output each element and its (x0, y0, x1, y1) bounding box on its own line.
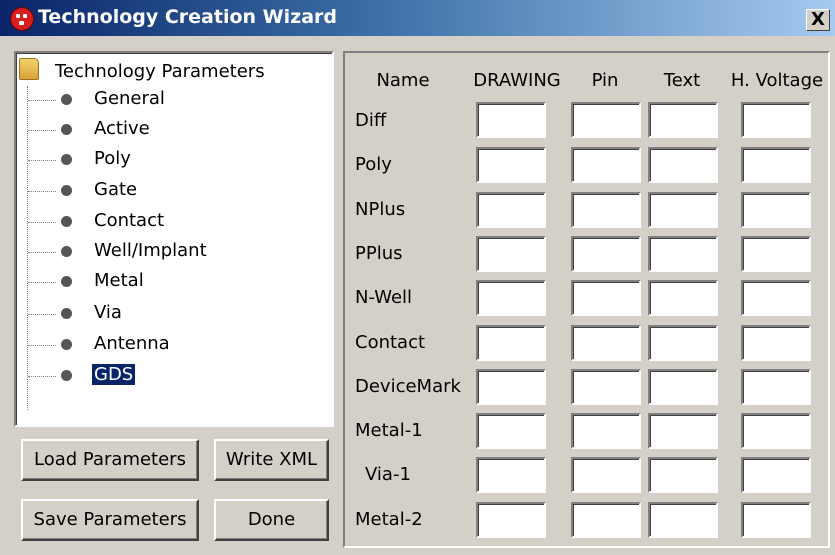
cell-metal-2-drawing[interactable] (476, 502, 546, 538)
cell-pplus-pin[interactable] (571, 236, 641, 272)
cell-nplus-drawing[interactable] (476, 192, 546, 228)
row-label-pplus: PPlus (355, 243, 403, 264)
cell-n-well-text[interactable] (648, 280, 718, 316)
column-header-text: Text (663, 70, 701, 91)
tree-item-poly[interactable]: Poly (28, 147, 318, 175)
layer-table: Name DRAWING Pin Text H. Voltage Diff Po… (343, 51, 830, 548)
row-label-via-1: Via-1 (365, 464, 411, 485)
cell-metal-1-text[interactable] (648, 413, 718, 449)
cell-metal-2-h-voltage[interactable] (741, 502, 811, 538)
tree-item-label: Well/Implant (94, 240, 207, 261)
cell-poly-pin[interactable] (571, 147, 641, 183)
tree-item-label: Poly (94, 148, 131, 169)
cell-metal-2-text[interactable] (648, 502, 718, 538)
cell-nplus-h-voltage[interactable] (741, 192, 811, 228)
bullet-icon (61, 185, 72, 196)
done-button[interactable]: Done (214, 499, 329, 541)
cell-diff-h-voltage[interactable] (741, 102, 811, 138)
cell-poly-drawing[interactable] (476, 147, 546, 183)
cell-poly-text[interactable] (648, 147, 718, 183)
cell-metal-2-pin[interactable] (571, 502, 641, 538)
cell-metal-1-pin[interactable] (571, 413, 641, 449)
bullet-icon (61, 370, 72, 381)
tree-root-label[interactable]: Technology Parameters (55, 61, 265, 82)
tree-item-label: Contact (94, 210, 165, 231)
tree-item-label: GDS (92, 364, 136, 385)
bullet-icon (61, 246, 72, 257)
bullet-icon (61, 154, 72, 165)
tree-item-label: General (94, 88, 165, 109)
tree-item-gds[interactable]: GDS (28, 363, 318, 391)
tree-item-gate[interactable]: Gate (28, 178, 318, 206)
cell-via-1-text[interactable] (648, 457, 718, 493)
tree-item-label: Active (94, 118, 150, 139)
row-label-devicemark: DeviceMark (355, 376, 461, 397)
row-label-metal-2: Metal-2 (355, 509, 423, 530)
column-header-pin: Pin (591, 70, 619, 91)
tree-item-active[interactable]: Active (28, 117, 318, 145)
cell-pplus-h-voltage[interactable] (741, 236, 811, 272)
cell-nplus-text[interactable] (648, 192, 718, 228)
cell-contact-h-voltage[interactable] (741, 325, 811, 361)
cell-diff-drawing[interactable] (476, 102, 546, 138)
cell-contact-drawing[interactable] (476, 325, 546, 361)
tree-item-metal[interactable]: Metal (28, 269, 318, 297)
cell-n-well-h-voltage[interactable] (741, 280, 811, 316)
app-icon[interactable] (10, 7, 34, 31)
cell-poly-h-voltage[interactable] (741, 147, 811, 183)
cell-pplus-text[interactable] (648, 236, 718, 272)
cell-devicemark-drawing[interactable] (476, 369, 546, 405)
cell-via-1-drawing[interactable] (476, 457, 546, 493)
tree-item-label: Via (94, 302, 122, 323)
parameter-tree[interactable]: Technology Parameters General Active Pol… (14, 51, 334, 427)
cell-devicemark-h-voltage[interactable] (741, 369, 811, 405)
tree-item-via[interactable]: Via (28, 301, 318, 329)
cell-metal-1-h-voltage[interactable] (741, 413, 811, 449)
bullet-icon (61, 308, 72, 319)
cell-contact-text[interactable] (648, 325, 718, 361)
tree-item-antenna[interactable]: Antenna (28, 332, 318, 360)
tree-item-well-implant[interactable]: Well/Implant (28, 239, 318, 267)
bullet-icon (61, 94, 72, 105)
tree-item-label: Metal (94, 270, 144, 291)
cell-metal-1-drawing[interactable] (476, 413, 546, 449)
close-button[interactable]: X (806, 9, 830, 31)
cell-contact-pin[interactable] (571, 325, 641, 361)
save-parameters-button[interactable]: Save Parameters (21, 499, 199, 541)
cell-devicemark-pin[interactable] (571, 369, 641, 405)
bullet-icon (61, 276, 72, 287)
window-title: Technology Creation Wizard (38, 6, 337, 28)
cell-devicemark-text[interactable] (648, 369, 718, 405)
cell-nplus-pin[interactable] (571, 192, 641, 228)
row-label-poly: Poly (355, 154, 392, 175)
folder-icon (19, 58, 39, 80)
close-icon: X (811, 9, 825, 30)
tree-item-label: Antenna (94, 333, 170, 354)
cell-n-well-drawing[interactable] (476, 280, 546, 316)
bullet-icon (61, 124, 72, 135)
cell-diff-text[interactable] (648, 102, 718, 138)
cell-via-1-pin[interactable] (571, 457, 641, 493)
bullet-icon (61, 216, 72, 227)
row-label-metal-1: Metal-1 (355, 420, 423, 441)
tree-item-contact[interactable]: Contact (28, 209, 318, 237)
cell-diff-pin[interactable] (571, 102, 641, 138)
tree-item-general[interactable]: General (28, 87, 318, 115)
row-label-contact: Contact (355, 332, 426, 353)
cell-pplus-drawing[interactable] (476, 236, 546, 272)
row-label-nplus: NPlus (355, 199, 406, 220)
tree-item-label: Gate (94, 179, 138, 200)
write-xml-button[interactable]: Write XML (214, 439, 329, 481)
column-header-drawing: DRAWING (473, 70, 561, 91)
bullet-icon (61, 339, 72, 350)
cell-via-1-h-voltage[interactable] (741, 457, 811, 493)
column-header-name: Name (376, 70, 430, 91)
row-label-n-well: N-Well (355, 287, 413, 308)
row-label-diff: Diff (355, 110, 387, 131)
load-parameters-button[interactable]: Load Parameters (21, 439, 199, 481)
column-header-h-voltage: H. Voltage (730, 70, 824, 91)
cell-n-well-pin[interactable] (571, 280, 641, 316)
title-bar[interactable]: Technology Creation Wizard X (0, 0, 835, 36)
